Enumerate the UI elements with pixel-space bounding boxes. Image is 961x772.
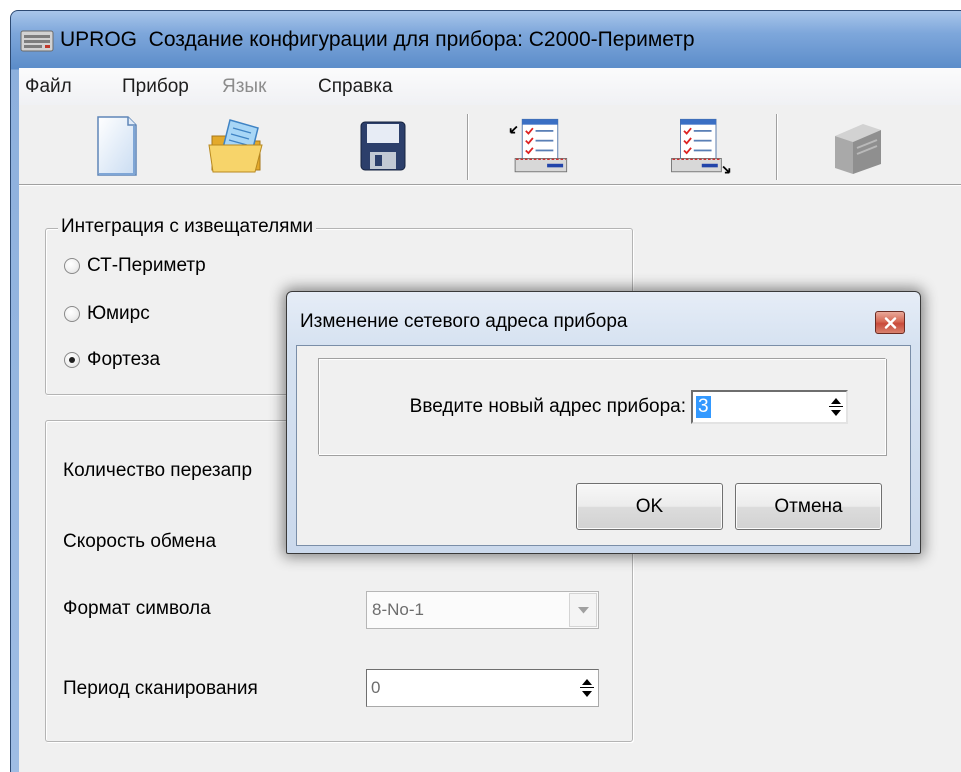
dialog-title: Изменение сетевого адреса прибора xyxy=(300,311,628,332)
toolbar-separator xyxy=(776,114,777,180)
device-button[interactable] xyxy=(819,110,891,182)
uprog-app-icon[interactable] xyxy=(20,29,54,53)
write-config-button[interactable] xyxy=(664,110,736,182)
radio-button[interactable] xyxy=(64,306,80,322)
cancel-button[interactable]: Отмена xyxy=(735,483,882,530)
address-stepper[interactable]: 3 xyxy=(691,390,848,424)
retries-label: Количество перезапр xyxy=(63,460,253,481)
scan-period-value[interactable]: 0 xyxy=(371,670,380,706)
ok-button[interactable]: OK xyxy=(576,483,723,530)
open-folder-icon xyxy=(208,119,263,173)
address-prompt: Введите новый адрес прибора: xyxy=(409,396,686,417)
menu-file[interactable]: Файл xyxy=(25,75,72,99)
window-title: UPROG Создание конфигурации для прибора:… xyxy=(60,28,695,51)
write-config-icon xyxy=(671,118,731,174)
toolbar-separator xyxy=(467,114,468,180)
dialog-body: Введите новый адрес прибора: 3 OK Отмена xyxy=(296,345,911,546)
chevron-down-icon xyxy=(578,607,589,614)
radio-button[interactable] xyxy=(64,352,80,368)
format-value: 8-No-1 xyxy=(372,600,424,619)
arrow-down-icon xyxy=(582,691,592,697)
speed-label: Скорость обмена xyxy=(63,531,217,552)
arrow-up-icon xyxy=(829,398,843,407)
read-config-button[interactable] xyxy=(504,110,576,182)
radio-label[interactable]: Юмирс xyxy=(87,303,150,325)
integration-legend: Интеграция с извещателями xyxy=(58,216,317,238)
arrow-down-icon xyxy=(831,410,841,416)
dialog-close-button[interactable] xyxy=(875,311,905,334)
address-panel: Введите новый адрес прибора: 3 xyxy=(318,358,886,455)
format-combobox[interactable]: 8-No-1 xyxy=(366,591,599,629)
scan-period-label: Период сканирования xyxy=(63,678,258,699)
change-address-dialog: Изменение сетевого адреса прибора Введит… xyxy=(286,291,921,554)
arrow-up-icon xyxy=(580,679,594,688)
new-document-icon xyxy=(97,116,137,176)
new-config-button[interactable] xyxy=(80,110,152,182)
address-down-button[interactable] xyxy=(827,407,845,421)
radio-button[interactable] xyxy=(64,258,80,274)
close-icon xyxy=(884,317,897,329)
scan-period-down-button[interactable] xyxy=(578,688,596,702)
open-config-button[interactable] xyxy=(202,110,274,182)
read-config-icon xyxy=(509,118,568,173)
radio-label[interactable]: Фортеза xyxy=(87,349,160,371)
address-up-button[interactable] xyxy=(827,393,845,407)
format-dropdown-button[interactable] xyxy=(569,593,597,627)
save-config-button[interactable] xyxy=(347,110,419,182)
radio-dot xyxy=(69,357,75,363)
format-label: Формат символа xyxy=(63,598,211,619)
address-value[interactable]: 3 xyxy=(696,396,711,418)
scan-period-up-button[interactable] xyxy=(578,674,596,688)
save-floppy-icon xyxy=(360,121,406,171)
radio-label[interactable]: СТ-Периметр xyxy=(87,255,206,277)
scan-period-stepper[interactable]: 0 xyxy=(366,669,599,707)
menu-language[interactable]: Язык xyxy=(222,75,266,99)
device-icon xyxy=(835,124,881,174)
menu-device[interactable]: Прибор xyxy=(122,75,189,99)
menu-help[interactable]: Справка xyxy=(318,75,393,99)
